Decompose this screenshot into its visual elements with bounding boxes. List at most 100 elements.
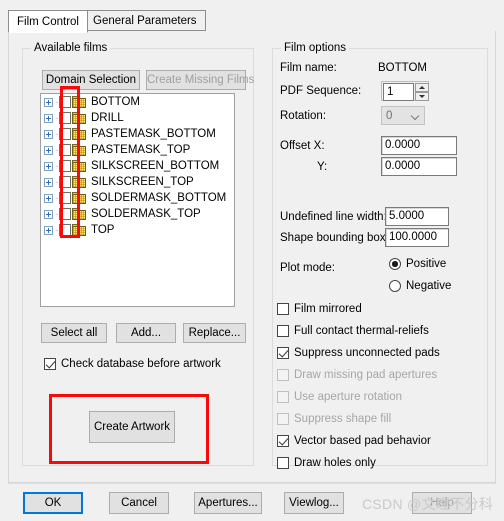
- checkbox-box: [277, 413, 289, 425]
- checkbox-label: Film mirrored: [294, 303, 362, 315]
- spinner-down-icon[interactable]: [415, 92, 429, 101]
- replace-button[interactable]: Replace...: [183, 323, 246, 343]
- tree-row[interactable]: · SOLDERMASK_BOTTOM: [41, 190, 234, 206]
- tree-item-label: SOLDERMASK_BOTTOM: [91, 191, 227, 204]
- domain-selection-button[interactable]: Domain Selection: [42, 70, 140, 90]
- triangle-down-icon: [419, 95, 425, 98]
- film-name-label: Film name:: [280, 62, 337, 74]
- expand-plus-icon[interactable]: [44, 177, 53, 187]
- tree-item-checkbox[interactable]: [59, 160, 71, 172]
- checkbox-box: [277, 303, 289, 315]
- spinner-up-icon[interactable]: [415, 83, 429, 92]
- plot-mode-positive-radio[interactable]: Positive: [389, 258, 446, 270]
- tree-row[interactable]: · SILKSCREEN_TOP: [41, 174, 234, 190]
- tree-item-label: SILKSCREEN_TOP: [91, 175, 194, 188]
- use-aperture-rotation-checkbox: Use aperture rotation: [277, 391, 402, 403]
- tree-row[interactable]: · TOP: [41, 222, 234, 238]
- tree-item-label: PASTEMASK_BOTTOM: [91, 127, 216, 140]
- expand-plus-icon[interactable]: [44, 113, 53, 123]
- watermark-text: CSDN @文理不分科: [362, 496, 494, 512]
- draw-missing-pad-apertures-checkbox: Draw missing pad apertures: [277, 369, 437, 381]
- tree-item-checkbox[interactable]: [59, 224, 71, 236]
- tree-item-checkbox[interactable]: [59, 112, 71, 124]
- tree-row[interactable]: · PASTEMASK_BOTTOM: [41, 126, 234, 142]
- expand-plus-icon[interactable]: [44, 129, 53, 139]
- checkbox-label: Draw holes only: [294, 457, 376, 469]
- expand-plus-icon[interactable]: [44, 225, 53, 235]
- film-mirrored-checkbox[interactable]: Film mirrored: [277, 303, 362, 315]
- offset-y-input[interactable]: 0.0000: [381, 157, 457, 176]
- shape-bounding-box-label: Shape bounding box:: [280, 232, 389, 244]
- tree-item-checkbox[interactable]: [59, 208, 71, 220]
- rotation-label: Rotation:: [280, 110, 327, 122]
- expand-plus-icon[interactable]: [44, 193, 53, 203]
- tree-item-label: SILKSCREEN_BOTTOM: [91, 159, 220, 172]
- tree-row[interactable]: · SOLDERMASK_TOP: [41, 206, 234, 222]
- tree-row[interactable]: · DRILL: [41, 110, 234, 126]
- pdf-sequence-input[interactable]: 1: [383, 83, 414, 101]
- tree-item-checkbox[interactable]: [59, 96, 71, 108]
- draw-holes-only-checkbox[interactable]: Draw holes only: [277, 457, 376, 469]
- checkbox-label: Suppress unconnected pads: [294, 347, 440, 359]
- film-options-legend: Film options: [281, 42, 349, 54]
- chevron-down-icon: [412, 113, 419, 117]
- folder-icon: [72, 224, 87, 236]
- rotation-value: 0: [386, 110, 393, 122]
- expand-plus-icon[interactable]: [44, 97, 53, 107]
- checkbox-box: [277, 457, 289, 469]
- viewlog-button[interactable]: Viewlog...: [284, 492, 344, 514]
- expand-plus-icon[interactable]: [44, 209, 53, 219]
- folder-icon: [72, 144, 87, 156]
- expand-plus-icon[interactable]: [44, 161, 53, 171]
- tree-item-checkbox[interactable]: [59, 144, 71, 156]
- folder-icon: [72, 160, 87, 172]
- tree-item-checkbox[interactable]: [59, 128, 71, 140]
- checkbox-box: [277, 435, 289, 447]
- checkbox-box: [44, 358, 56, 370]
- tree-item-checkbox[interactable]: [59, 176, 71, 188]
- cancel-button[interactable]: Cancel: [109, 492, 169, 514]
- folder-icon: [72, 96, 87, 108]
- available-films-tree[interactable]: · BOTTOM · DRILL · PASTEMASK_BOTTOM · PASTEMASK…: [40, 93, 235, 307]
- checkbox-label: Check database before artwork: [61, 358, 221, 370]
- undefined-line-width-input[interactable]: 5.0000: [385, 207, 449, 226]
- offset-x-input[interactable]: 0.0000: [381, 136, 457, 155]
- apertures-button[interactable]: Apertures...: [194, 492, 262, 514]
- dialog-window: Film Control General Parameters Availabl…: [0, 0, 504, 521]
- checkbox-label: Use aperture rotation: [294, 391, 403, 403]
- checkbox-label: Suppress shape fill: [294, 413, 392, 425]
- select-all-button[interactable]: Select all: [41, 323, 107, 343]
- folder-icon: [72, 128, 87, 140]
- checkbox-box: [277, 391, 289, 403]
- tree-item-label: TOP: [91, 223, 115, 236]
- ok-button[interactable]: OK: [23, 492, 83, 514]
- full-contact-thermal-reliefs-checkbox[interactable]: Full contact thermal-reliefs: [277, 325, 429, 337]
- folder-icon: [72, 176, 87, 188]
- check-database-before-artwork-checkbox[interactable]: Check database before artwork: [44, 358, 221, 370]
- tree-row[interactable]: · PASTEMASK_TOP: [41, 142, 234, 158]
- pdf-sequence-stepper[interactable]: 1: [381, 81, 429, 101]
- tree-item-label: BOTTOM: [91, 95, 140, 108]
- checkbox-box: [277, 369, 289, 381]
- checkbox-label: Full contact thermal-reliefs: [294, 325, 429, 337]
- vector-based-pad-behavior-checkbox[interactable]: Vector based pad behavior: [277, 435, 431, 447]
- undefined-line-width-label: Undefined line width:: [280, 211, 387, 223]
- add-button[interactable]: Add...: [116, 323, 176, 343]
- tree-row[interactable]: · BOTTOM: [41, 94, 234, 110]
- tree-item-label: DRILL: [91, 111, 124, 124]
- tab-film-control[interactable]: Film Control: [8, 10, 88, 33]
- plot-mode-negative-radio[interactable]: Negative: [389, 280, 451, 292]
- create-artwork-button[interactable]: Create Artwork: [89, 411, 175, 443]
- offset-x-label: Offset X:: [280, 140, 325, 152]
- expand-plus-icon[interactable]: [44, 145, 53, 155]
- checkbox-label: Vector based pad behavior: [294, 435, 431, 447]
- tree-item-checkbox[interactable]: [59, 192, 71, 204]
- create-missing-films-button: Create Missing Films: [146, 70, 254, 90]
- shape-bounding-box-input[interactable]: 100.0000: [385, 228, 449, 247]
- tree-row[interactable]: · SILKSCREEN_BOTTOM: [41, 158, 234, 174]
- suppress-unconnected-pads-checkbox[interactable]: Suppress unconnected pads: [277, 347, 440, 359]
- radio-box: [389, 280, 401, 292]
- tree-item-label: PASTEMASK_TOP: [91, 143, 191, 156]
- checkbox-box: [277, 347, 289, 359]
- tab-general-parameters[interactable]: General Parameters: [84, 10, 206, 31]
